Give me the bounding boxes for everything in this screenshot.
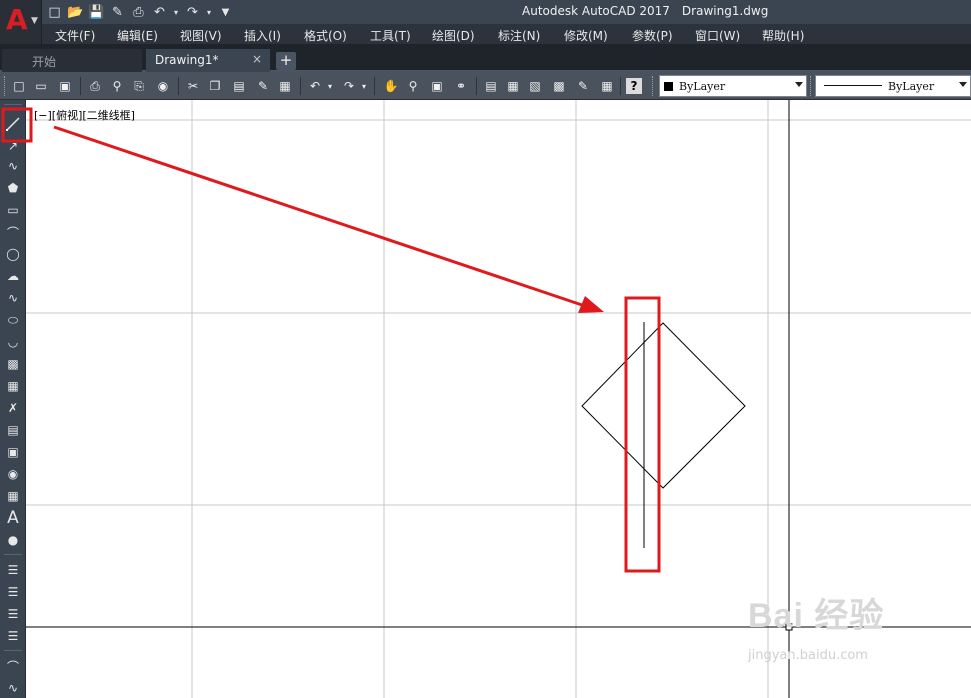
annotation-arrow-head [578,296,604,313]
highlight-box-drawn-line [624,296,661,573]
annotation-arrow-shaft [53,125,586,308]
watermark-brand: Bai 经验 [748,597,885,635]
annotation-overlay [1,107,661,573]
highlight-box-line-tool [1,107,33,143]
watermark-url: jingyan.baidu.com [748,648,868,663]
watermark: Bai 经验 jingyan.baidu.com [748,596,885,663]
